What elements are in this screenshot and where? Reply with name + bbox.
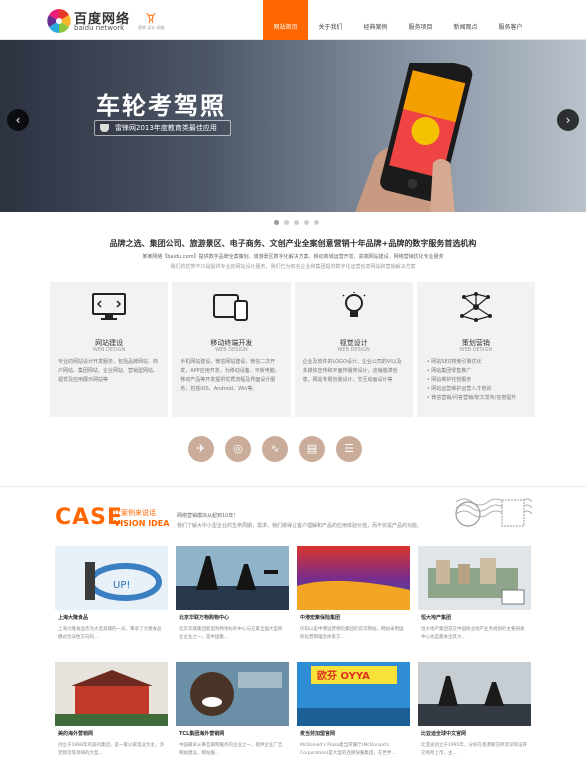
service-desc: 专业的网站设计开发服务，包括品牌网站、商户网站、集团网站、企业网站、营销型网站、… (58, 359, 159, 383)
case-card[interactable]: 比亚迪全球中文官网 比亚迪创立于1995年，分别在香港联交所及深圳证券交易所上市… (418, 662, 531, 768)
service-card-mobile[interactable]: 移动终端开发 WEB DESIGN 手机网站建设，微信网站建设，微信二次开发，A… (172, 282, 291, 417)
case-card[interactable]: 中港宏聚保险集团 庆阳以是中港运营保险集团的首次网站，网站采用国际化营销理念体系… (297, 546, 410, 652)
case-card[interactable]: UP! 上海大隆食品 上海大隆食品作为大连高端的一员，秉承了大隆食品模式合法性方… (55, 546, 168, 652)
network-icon (459, 292, 492, 322)
nav-clients[interactable]: 服务客户 (488, 0, 533, 40)
logo-side-text: 营销 设计 网络 (138, 25, 165, 30)
slider-dot[interactable] (304, 220, 309, 225)
service-card-web[interactable]: 网站建设 WEB DESIGN 专业的网站设计开发服务，包括品牌网站、商户网站、… (50, 282, 169, 417)
phone-in-hand-illustration (355, 63, 473, 212)
lightbulb-icon (342, 292, 366, 317)
banner-badge-text: 雷锋网2013年度教育类最佳应用 (115, 124, 217, 132)
feature-icon-row: ✈ ◎ ∿ ▤ ☰ (188, 436, 362, 462)
list-item: • 网站维护托管服务 (426, 377, 472, 383)
svg-text:UP!: UP! (113, 580, 130, 591)
case-desc: 北京华联集团新型购物地标的中心与五家全国大型商业企业之一，是中国集... (179, 627, 283, 640)
trophy-icon (100, 124, 109, 132)
case-title: TCL集团海外营销网 (179, 731, 225, 737)
banner-title: 车轮考驾照 (96, 92, 226, 120)
main-nav: 网站首页 关于我们 经典案例 服务项目 新闻观点 服务客户 (263, 0, 533, 40)
nav-home[interactable]: 网站首页 (263, 0, 308, 40)
case-desc: 庆阳以是中港运营保险集团的首次网站，网站采用国际化营销理念体系方... (300, 627, 404, 640)
section-divider (0, 486, 586, 487)
case-title: 美的海外营销网 (58, 731, 94, 737)
case-title: 中港宏聚保险集团 (300, 615, 341, 621)
devices-icon (213, 294, 249, 321)
case-title: 麦当劳加盟官网 (300, 731, 336, 737)
hero-banner: 车轮考驾照 雷锋网2013年度教育类最佳应用 ‹ › (0, 40, 586, 212)
case-desc: 上海大隆食品作为大连高端的一员，秉承了大隆食品模式合法性方向的... (58, 627, 162, 640)
site-header: 百度网络 baidu network 营销 设计 网络 网站首页 关于我们 经典… (0, 0, 586, 40)
document-icon[interactable]: ▤ (299, 436, 325, 462)
postmark-stamp-icon (455, 498, 532, 527)
nav-news[interactable]: 新闻观点 (443, 0, 488, 40)
case-title: 上海大隆食品 (58, 615, 89, 621)
case-intro-line-2: 我们了解大中小型企业的生命周期，需求，我们做得让客户理解和产品的应用体验价值，而… (177, 523, 423, 529)
case-thumbnail (297, 546, 410, 610)
case-thumbnail (176, 662, 289, 726)
case-thumbnail (176, 546, 289, 610)
slider-prev-button[interactable]: ‹ (7, 109, 29, 131)
list-item: • 网站SEO搜索引擎优化 (426, 359, 482, 365)
logo-name-en: baidu network (74, 24, 125, 32)
slider-pagination (274, 220, 319, 225)
case-title: 恒大地产集团 (421, 615, 452, 621)
service-en: WEB DESIGN (92, 347, 126, 353)
banner-award-badge: 雷锋网2013年度教育类最佳应用 (94, 120, 231, 136)
chart-line-icon[interactable]: ∿ (262, 436, 288, 462)
case-thumbnail: 欧芬 OYYA (297, 662, 410, 726)
case-thumbnail (55, 662, 168, 726)
palette-icon[interactable]: ◎ (225, 436, 251, 462)
intro-section: 品牌之选、集团公司、旅游景区、电子商务、文创产业全案创意营销十年品牌+品牌的数字… (0, 238, 586, 270)
list-item: • 微信营销/问答营销/软文发布/信誉提升 (426, 395, 517, 401)
service-desc: 企业及软件的LOGO设计，企业公司的VI以及多媒体宣传和平面传播类设计，店铺装潢… (302, 359, 402, 383)
nav-cases[interactable]: 经典案例 (353, 0, 398, 40)
service-list: • 网站SEO搜索引擎优化 • 网站集团零售推广 • 网站维护托管服务 • 网站… (427, 358, 531, 403)
case-thumbnail: UP! (55, 546, 168, 610)
list-item: • 网站集团零售推广 (426, 368, 472, 374)
intro-subtitle-2: 我们的优势不只是提供专业的网站设计服务，我们已为知名企业和集团提供数字化运营创意… (170, 264, 416, 270)
service-en: WEB DESIGN (215, 347, 248, 353)
logo-deer-mark: 营销 设计 网络 (138, 12, 168, 34)
slider-dot[interactable] (274, 220, 279, 225)
nav-about[interactable]: 关于我们 (308, 0, 353, 40)
paper-plane-icon[interactable]: ✈ (188, 436, 214, 462)
intro-title: 品牌之选、集团公司、旅游景区、电子商务、文创产业全案创意营销十年品牌+品牌的数字… (109, 239, 477, 248)
case-desc: 恒大地产集团是在中国商业地产业务规划的主要研发中心也是最关注其大... (421, 627, 525, 640)
service-card-visual[interactable]: 视觉设计 WEB DESIGN 企业及软件的LOGO设计，企业公司的VI以及多媒… (294, 282, 413, 417)
service-en: WEB DESIGN (337, 347, 370, 353)
slider-next-button[interactable]: › (557, 109, 579, 131)
monitor-icon (92, 293, 127, 320)
slider-dot[interactable] (294, 220, 299, 225)
intro-subtitle: 某某网络【baidu.com】提供数字品牌全案策划、旅游景区数字化解决方案、移动… (142, 254, 444, 260)
case-title: 北京华联万物购物中心 (179, 615, 230, 621)
list-item: • 网站运营维护运营人才培训 (426, 386, 492, 392)
service-desc: 手机网站建设，微信网站建设，微信二次开发，APP应用开发，为移动设备、平板电脑、… (180, 359, 280, 392)
case-card[interactable]: 美的海外营销网 创立于1968年的美的集团，是一家以家电业为主，涉足物流等领域的… (55, 662, 168, 768)
case-card[interactable]: TCL集团海外营销网 中国最早从事互联网服务的企业之一，提供企业广告网站建设，网… (176, 662, 289, 768)
slider-dot[interactable] (284, 220, 289, 225)
deer-icon (146, 12, 156, 24)
svg-text:欧芬 OYYA: 欧芬 OYYA (317, 669, 370, 682)
slider-dot[interactable] (314, 220, 319, 225)
site-logo[interactable]: 百度网络 baidu network 营销 设计 网络 (46, 8, 166, 36)
case-card[interactable]: 恒大地产集团 恒大地产集团是在中国商业地产业务规划的主要研发中心也是最关注其大.… (418, 546, 531, 652)
case-grid: UP! 上海大隆食品 上海大隆食品作为大连高端的一员，秉承了大隆食品模式合法性方… (55, 546, 531, 768)
case-title: 比亚迪全球中文官网 (421, 731, 467, 737)
case-thumbnail (418, 546, 531, 610)
case-subtitle-cn: 让案例来说话 (114, 509, 156, 517)
case-subtitle-en: VISION IDEA (114, 519, 170, 528)
case-intro-line-1: 网络营销模块从起到10年！ (177, 513, 239, 519)
service-en: WEB DESIGN (459, 347, 493, 353)
list-icon[interactable]: ☰ (336, 436, 362, 462)
logo-flower-icon (47, 9, 71, 33)
case-thumbnail (418, 662, 531, 726)
case-card[interactable]: 北京华联万物购物中心 北京华联集团新型购物地标的中心与五家全国大型商业企业之一，… (176, 546, 289, 652)
service-card-marketing[interactable]: 策划营销 WEB DESIGN • 网站SEO搜索引擎优化 • 网站集团零售推广… (416, 282, 535, 417)
case-logo: CASE (55, 505, 124, 530)
nav-services[interactable]: 服务项目 (398, 0, 443, 40)
case-card[interactable]: 欧芬 OYYA 麦当劳加盟官网 McDonald's Plaza麦当劳餐厅(Mc… (297, 662, 410, 768)
services-row: 网站建设 WEB DESIGN 专业的网站设计开发服务，包括品牌网站、商户网站、… (50, 282, 535, 417)
